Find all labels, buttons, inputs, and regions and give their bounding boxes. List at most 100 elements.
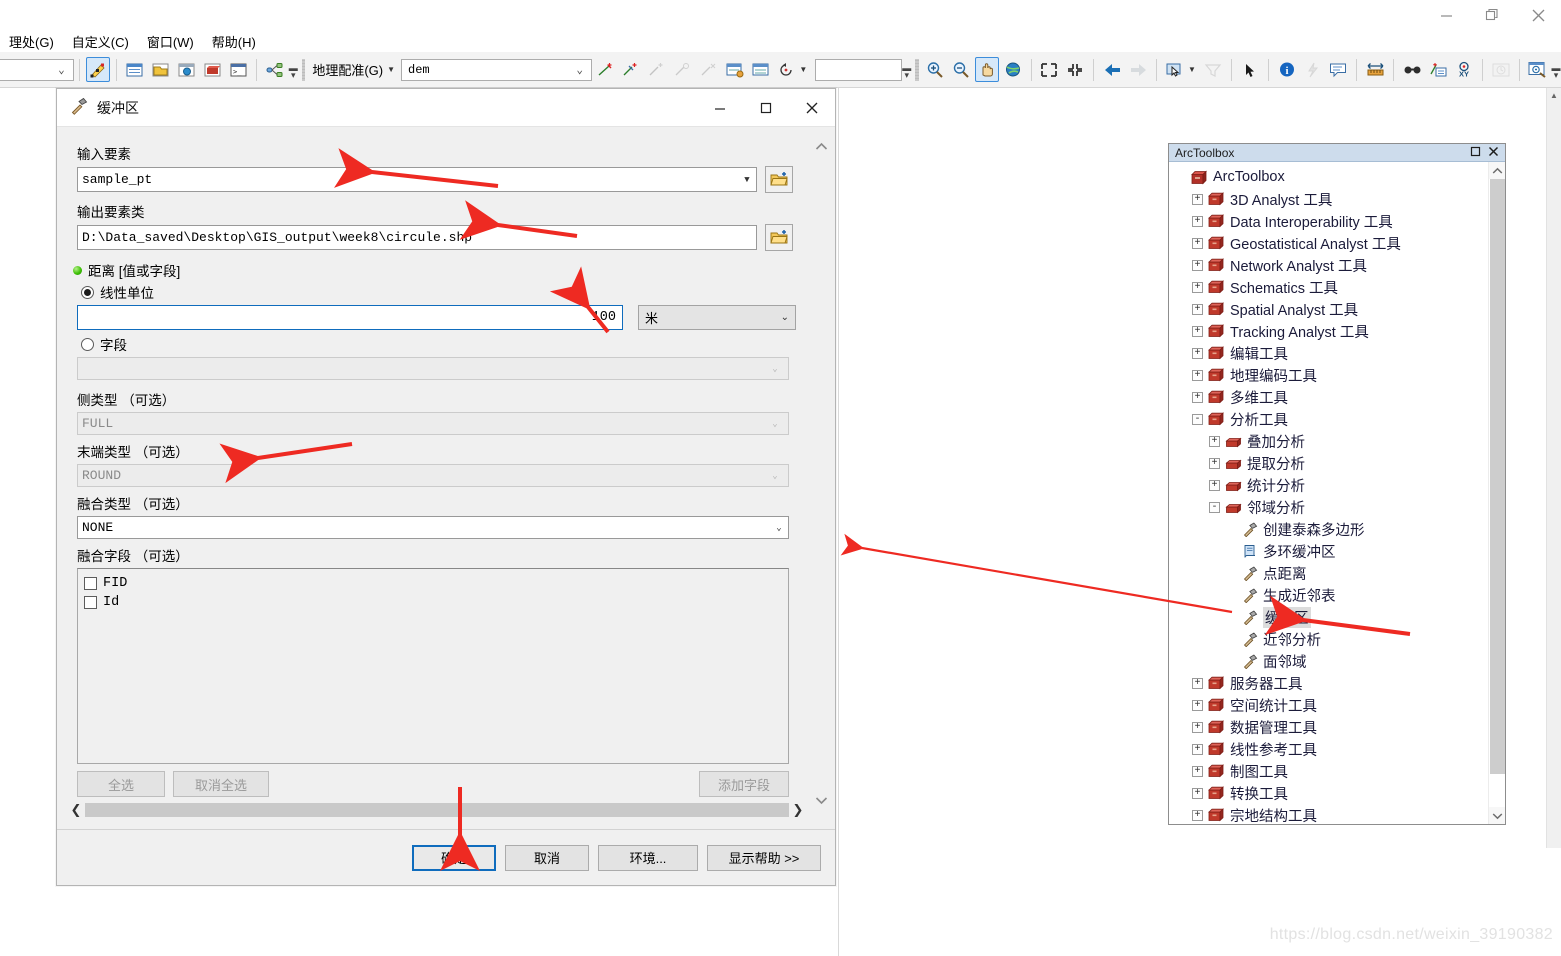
find-route-button[interactable] [1426, 57, 1450, 82]
expand-icon[interactable]: + [1192, 765, 1203, 777]
tree-node-18[interactable]: 点距离 [1169, 562, 1488, 584]
list-item[interactable]: FID [84, 574, 788, 593]
show-help-button[interactable]: 显示帮助 >> [707, 844, 821, 871]
georef-layer-combo[interactable]: dem ⌄ [401, 58, 593, 81]
dialog-vertical-scrollbar[interactable] [812, 137, 830, 809]
collapse-icon[interactable]: - [1192, 413, 1203, 425]
modelbuilder-button[interactable] [263, 57, 287, 82]
tree-node-29[interactable]: + 宗地结构工具 [1169, 804, 1488, 824]
tree-node-2[interactable]: + Data Interoperability 工具 [1169, 210, 1488, 232]
menu-help[interactable]: 帮助(H) [203, 30, 265, 53]
scroll-right-icon[interactable]: ❯ [789, 802, 807, 818]
create-viewer-window-button[interactable] [1526, 57, 1550, 82]
expand-icon[interactable]: + [1192, 281, 1203, 293]
dialog-minimize-button[interactable] [697, 89, 743, 127]
expand-icon[interactable]: + [1192, 677, 1203, 689]
dialog-close-button[interactable] [789, 89, 835, 127]
ok-button[interactable]: 确定 [412, 844, 496, 871]
expand-icon[interactable]: + [1192, 347, 1203, 359]
select-features-button[interactable] [1163, 57, 1187, 82]
output-feature-class-input[interactable]: D:\Data_saved\Desktop\GIS_output\week8\c… [77, 225, 757, 250]
expand-icon[interactable]: + [1209, 457, 1220, 469]
tree-node-21[interactable]: 近邻分析 [1169, 628, 1488, 650]
list-item[interactable]: Id [84, 593, 788, 612]
tree-node-12[interactable]: + 叠加分析 [1169, 430, 1488, 452]
dissolve-type-combo[interactable]: NONE ⌄ [77, 516, 789, 539]
map-vertical-scrollbar[interactable]: ▲ [1546, 88, 1561, 848]
table-tool-button[interactable] [123, 57, 147, 82]
scroll-down-icon[interactable] [1489, 807, 1505, 824]
expand-icon[interactable]: + [1192, 699, 1203, 711]
dissolve-fields-list[interactable]: FID Id [77, 568, 789, 764]
tree-node-1[interactable]: +3D Analyst 工具 [1169, 188, 1488, 210]
tree-node-6[interactable]: + Spatial Analyst 工具 [1169, 298, 1488, 320]
html-popup-button[interactable] [1327, 57, 1351, 82]
tree-node-10[interactable]: + 多维工具 [1169, 386, 1488, 408]
pan-tool-button[interactable] [974, 57, 999, 82]
environments-button[interactable]: 环境... [598, 844, 698, 871]
linear-unit-radio[interactable] [81, 285, 94, 299]
arctoolbox-scrollbar[interactable] [1488, 162, 1505, 824]
full-extent-globe-button[interactable] [1001, 57, 1025, 82]
toolbar-overflow-button[interactable]: ▬ ▾ [288, 59, 298, 81]
view-link-table-button[interactable] [723, 57, 747, 82]
dialog-horizontal-scrollbar[interactable]: ❮ ❯ [67, 799, 807, 821]
expand-icon[interactable]: + [1192, 391, 1203, 403]
fixed-zoom-in-button[interactable] [1038, 57, 1062, 82]
tree-node-27[interactable]: + 制图工具 [1169, 760, 1488, 782]
select-all-button[interactable]: 全选 [77, 771, 165, 797]
arctoolbox-close-button[interactable] [1488, 146, 1499, 160]
zoom-in-button[interactable] [923, 57, 947, 82]
checkbox-icon[interactable] [84, 577, 97, 590]
tree-node-7[interactable]: + Tracking Analyst 工具 [1169, 320, 1488, 342]
hscroll-thumb[interactable] [85, 803, 789, 817]
select-elements-button[interactable] [1238, 57, 1262, 82]
input-features-combo[interactable]: sample_pt ▼ [77, 167, 757, 192]
tree-node-28[interactable]: + 转换工具 [1169, 782, 1488, 804]
expand-icon[interactable]: + [1192, 259, 1203, 271]
input-features-browse-button[interactable] [765, 166, 793, 193]
checkbox-icon[interactable] [84, 596, 97, 609]
chevron-down-icon[interactable]: ⌄ [770, 516, 788, 539]
zoom-out-button[interactable] [949, 57, 973, 82]
menu-window[interactable]: 窗口(W) [138, 30, 203, 53]
arctoolbox-restore-button[interactable] [1470, 146, 1481, 160]
expand-icon[interactable]: + [1192, 193, 1203, 205]
side-type-combo[interactable]: FULL ⌄ [77, 412, 789, 435]
expand-icon[interactable]: + [1192, 237, 1203, 249]
identify-button[interactable]: i [1275, 57, 1299, 82]
window-restore-button[interactable] [1469, 0, 1515, 30]
fixed-zoom-out-button[interactable] [1063, 57, 1087, 82]
tree-node-11[interactable]: - 分析工具 [1169, 408, 1488, 430]
scroll-up-icon[interactable]: ▲ [1547, 88, 1561, 103]
chevron-down-icon[interactable]: ▼ [387, 65, 399, 74]
scroll-up-icon[interactable] [812, 137, 830, 155]
search-window-button[interactable] [174, 57, 198, 82]
editor-tool-button[interactable] [85, 57, 110, 82]
distance-unit-combo[interactable]: 米 ⌄ [638, 305, 796, 330]
distance-field-combo[interactable]: ⌄ [77, 357, 789, 380]
toolbar-overflow-button-2[interactable]: ▬ ▾ [902, 59, 912, 81]
auto-register-button[interactable] [619, 57, 643, 82]
window-close-button[interactable] [1515, 0, 1561, 30]
add-control-points-button[interactable] [593, 57, 617, 82]
tree-node-19[interactable]: 生成近邻表 [1169, 584, 1488, 606]
tree-node-8[interactable]: + 编辑工具 [1169, 342, 1488, 364]
go-to-xy-button[interactable]: XY [1452, 57, 1476, 82]
tree-node-20[interactable]: 缓冲区 [1169, 606, 1488, 628]
expand-icon[interactable]: + [1192, 303, 1203, 315]
dialog-maximize-button[interactable] [743, 89, 789, 127]
scroll-down-icon[interactable] [812, 791, 830, 809]
catalog-tool-button[interactable] [148, 57, 172, 82]
expand-icon[interactable]: + [1192, 743, 1203, 755]
link-table-2-button[interactable] [749, 57, 773, 82]
toolbar-overflow-button-3[interactable]: ▬ ▾ [1551, 59, 1561, 81]
tree-node-9[interactable]: + 地理编码工具 [1169, 364, 1488, 386]
arctoolbox-scroll-thumb[interactable] [1490, 179, 1505, 774]
scroll-up-icon[interactable] [1489, 162, 1505, 179]
arctoolbox-button[interactable] [200, 57, 224, 82]
output-feature-class-browse-button[interactable] [765, 224, 793, 251]
scroll-left-icon[interactable]: ❮ [67, 802, 85, 818]
end-type-combo[interactable]: ROUND ⌄ [77, 464, 789, 487]
window-minimize-button[interactable] [1423, 0, 1469, 30]
